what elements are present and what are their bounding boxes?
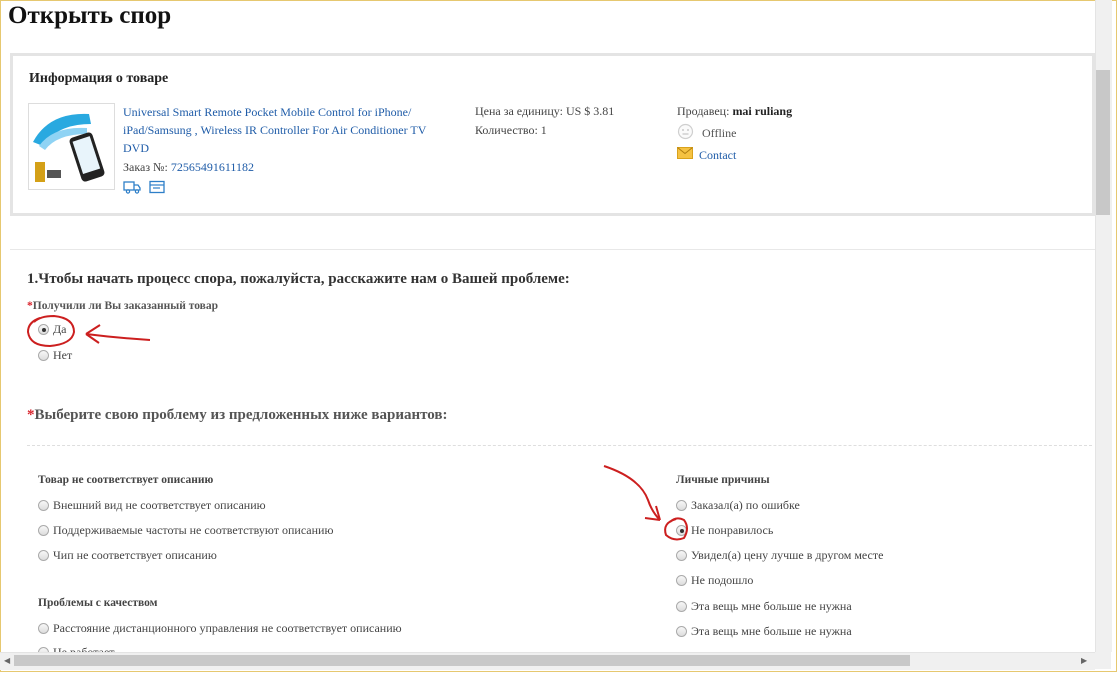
option-did-not-like[interactable]: Не понравилось [676,523,773,538]
radio-received-yes[interactable]: Да [38,322,67,337]
dashed-divider [27,445,1092,446]
product-info-box: Информация о товаре Universal Smart Remo… [10,53,1095,216]
option-appearance[interactable]: Внешний вид не соответствует описанию [38,498,266,513]
radio-label: Расстояние дистанционного управления не … [53,621,402,635]
mail-icon [677,147,693,163]
option-no-longer-needed[interactable]: Эта вещь мне больше не нужна [676,599,852,614]
product-thumbnail[interactable] [28,103,115,190]
group-title-not-as-described: Товар не соответствует описанию [38,474,214,486]
product-name-link[interactable]: Universal Smart Remote Pocket Mobile Con… [123,103,463,157]
radio-button[interactable] [676,626,687,637]
scrollbar-corner [1095,652,1111,669]
radio-label: Не понравилось [691,523,774,537]
shipping-icon[interactable] [123,180,141,199]
question1-title: 1.Чтобы начать процесс спора, пожалуйста… [27,271,570,287]
radio-label: Эта вещь мне больше не нужна [691,599,852,613]
radio-button[interactable] [38,324,49,335]
status-text: Offline [702,126,737,140]
radio-label: Чип не соответствует описанию [53,548,217,562]
option-no-longer-needed-2[interactable]: Эта вещь мне больше не нужна [676,624,852,639]
radio-button[interactable] [676,550,687,561]
radio-label: Внешний вид не соответствует описанию [53,498,266,512]
option-ordered-by-mistake[interactable]: Заказал(а) по ошибке [676,498,800,513]
received-label: Получили ли Вы заказанный товар [32,300,219,312]
radio-received-no[interactable]: Нет [38,348,72,363]
vertical-scroll-thumb[interactable] [1096,70,1110,215]
radio-label: Поддерживаемые частоты не соответствуют … [53,523,334,537]
radio-button[interactable] [676,575,687,586]
product-name-line: DVD [123,141,149,155]
offline-status-icon [677,123,694,144]
divider [10,249,1095,250]
option-did-not-fit[interactable]: Не подошло [676,573,753,588]
radio-button[interactable] [676,601,687,612]
quantity: Количество: 1 [475,123,547,137]
radio-button[interactable] [38,500,49,511]
radio-label: Не подошло [691,573,754,587]
group-title-quality: Проблемы с качеством [38,597,158,609]
problem-section-title: *Выберите свою проблему из предложенных … [27,407,448,424]
problem-title-text: Выберите свою проблему из предложенных н… [34,407,448,423]
order-number-line: Заказ №: 72565491611182 [123,160,254,175]
order-label: Заказ №: [123,160,171,174]
scroll-left-icon[interactable]: ◀ [4,656,10,665]
horizontal-scroll-thumb[interactable] [14,655,910,666]
unit-price: Цена за единицу: US $ 3.81 [475,104,615,118]
radio-button[interactable] [676,500,687,511]
seller-status: Offline [677,123,736,144]
contact-label: Contact [699,147,737,162]
document-icon[interactable] [149,180,165,199]
received-question: *Получили ли Вы заказанный товар [27,300,218,312]
required-mark: * [27,407,35,423]
seller-name: mai ruliang [732,104,793,118]
radio-button[interactable] [38,550,49,561]
radio-button[interactable] [38,623,49,634]
radio-button[interactable] [676,525,687,536]
option-frequencies[interactable]: Поддерживаемые частоты не соответствуют … [38,523,333,538]
radio-label: Эта вещь мне больше не нужна [691,624,852,638]
scroll-right-icon[interactable]: ▶ [1081,656,1087,665]
seller-line: Продавец: mai ruliang [677,104,792,119]
seller-label: Продавец: [677,104,733,118]
group-title-personal: Личные причины [676,474,770,486]
radio-button[interactable] [38,525,49,536]
option-chip[interactable]: Чип не соответствует описанию [38,548,217,563]
radio-label: Нет [53,348,73,362]
option-remote-distance[interactable]: Расстояние дистанционного управления не … [38,621,402,636]
product-info-title: Информация о товаре [29,71,169,86]
product-name-line: Universal Smart Remote Pocket Mobile Con… [123,105,412,119]
contact-seller-link[interactable]: Contact [677,147,736,163]
product-name-line: iPad/Samsung , Wireless IR Controller Fo… [123,123,427,137]
radio-label: Увидел(а) цену лучше в другом месте [691,548,884,562]
radio-button[interactable] [38,350,49,361]
page-title: Открыть спор [8,2,172,29]
order-number-link[interactable]: 72565491611182 [171,160,254,174]
radio-label: Заказал(а) по ошибке [691,498,800,512]
option-better-price[interactable]: Увидел(а) цену лучше в другом месте [676,548,883,563]
radio-label: Да [53,322,67,336]
